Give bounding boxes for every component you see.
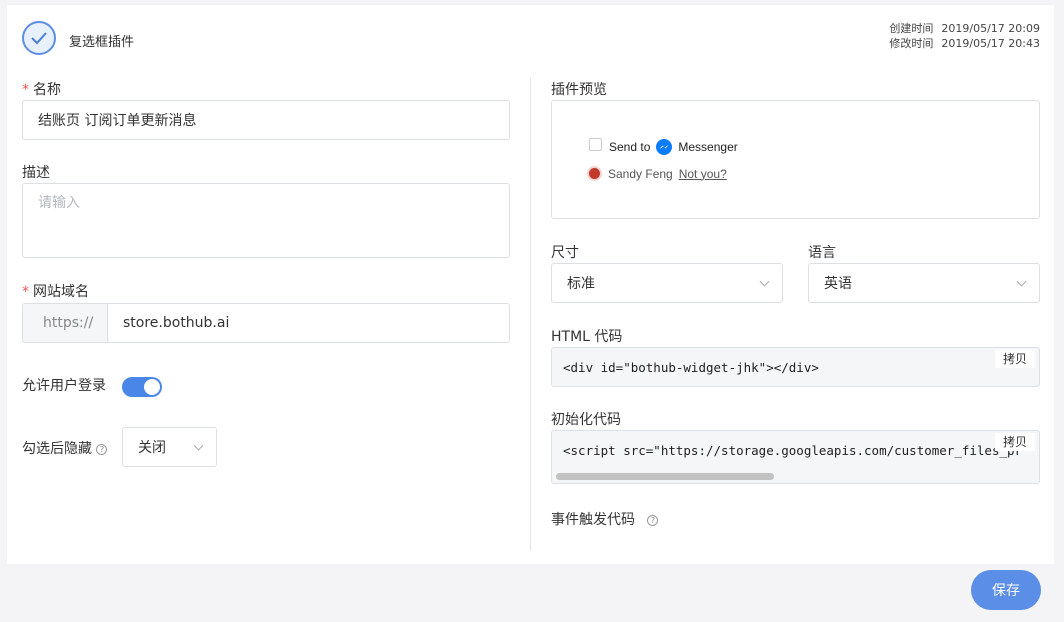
required-mark: * xyxy=(22,284,29,300)
messenger-text: Messenger xyxy=(678,140,738,154)
checkbox-plugin-icon xyxy=(22,21,56,55)
html-code-label: HTML 代码 xyxy=(551,329,623,345)
event-code-label: 事件触发代码 ? xyxy=(551,509,659,529)
domain-label: * 网站域名 xyxy=(22,281,89,301)
help-icon[interactable]: ? xyxy=(647,514,659,526)
toggle-knob xyxy=(144,379,160,395)
allow-login-toggle[interactable] xyxy=(122,377,162,397)
help-icon[interactable]: ? xyxy=(96,443,108,455)
modified-label: 修改时间 xyxy=(889,37,934,50)
hide-after-value: 关闭 xyxy=(138,440,166,456)
hide-after-label-text: 勾选后隐藏 xyxy=(22,441,92,457)
init-code-text: <script src="https://storage.googleapis.… xyxy=(563,443,1023,458)
desc-placeholder: 请输入 xyxy=(38,195,80,211)
avatar xyxy=(587,166,602,181)
user-row: Sandy Feng Not you? xyxy=(587,166,727,181)
plugin-preview: Send to Messenger Sandy Feng Not you? xyxy=(551,100,1040,219)
save-button[interactable]: 保存 xyxy=(971,570,1041,610)
chevron-down-icon xyxy=(1016,276,1027,287)
messenger-icon xyxy=(656,139,673,155)
name-input[interactable]: 结账页 订阅订单更新消息 xyxy=(22,100,510,140)
column-divider xyxy=(530,78,531,550)
page-title: 复选框插件 xyxy=(69,35,135,50)
hide-after-label: 勾选后隐藏 ? xyxy=(22,438,108,458)
preview-label: 插件预览 xyxy=(551,82,607,98)
preview-checkbox[interactable] xyxy=(589,138,602,151)
created-value: 2019/05/17 20:09 xyxy=(941,22,1040,35)
required-mark: * xyxy=(22,82,29,98)
domain-input[interactable]: store.bothub.ai xyxy=(107,303,510,343)
copy-html-button[interactable]: 拷贝 xyxy=(994,350,1035,368)
desc-label: 描述 xyxy=(22,165,50,181)
size-select[interactable]: 标准 xyxy=(551,263,783,303)
init-code-box[interactable]: <script src="https://storage.googleapis.… xyxy=(551,430,1040,484)
hide-after-select[interactable]: 关闭 xyxy=(122,427,217,467)
size-label: 尺寸 xyxy=(551,245,579,261)
init-code-label: 初始化代码 xyxy=(551,412,621,428)
domain-prefix: https:// xyxy=(22,303,108,343)
created-label: 创建时间 xyxy=(889,22,934,35)
user-name: Sandy Feng xyxy=(608,166,673,181)
name-label-text: 名称 xyxy=(33,82,61,98)
send-to-text: Send to xyxy=(609,140,651,154)
html-code-text: <div id="bothub-widget-jhk"></div> xyxy=(563,360,819,375)
html-code-box[interactable]: <div id="bothub-widget-jhk"></div> 拷贝 xyxy=(551,347,1040,387)
timestamps: 创建时间 2019/05/17 20:09 修改时间 2019/05/17 20:4… xyxy=(889,21,1040,51)
send-to-row: Send to Messenger xyxy=(609,139,738,155)
not-you-link[interactable]: Not you? xyxy=(679,167,727,181)
lang-value: 英语 xyxy=(824,276,852,292)
chevron-down-icon xyxy=(759,276,770,287)
allow-login-label: 允许用户登录 xyxy=(22,378,106,394)
name-label: * 名称 xyxy=(22,79,61,99)
lang-select[interactable]: 英语 xyxy=(808,263,1040,303)
chevron-down-icon xyxy=(193,440,204,451)
desc-textarea[interactable]: 请输入 xyxy=(22,183,510,258)
lang-label: 语言 xyxy=(808,245,836,261)
domain-label-text: 网站域名 xyxy=(33,284,89,300)
modified-value: 2019/05/17 20:43 xyxy=(941,37,1040,50)
event-code-label-text: 事件触发代码 xyxy=(551,512,635,528)
size-value: 标准 xyxy=(567,276,595,292)
horizontal-scrollbar[interactable] xyxy=(556,473,774,480)
copy-init-button[interactable]: 拷贝 xyxy=(994,433,1035,451)
